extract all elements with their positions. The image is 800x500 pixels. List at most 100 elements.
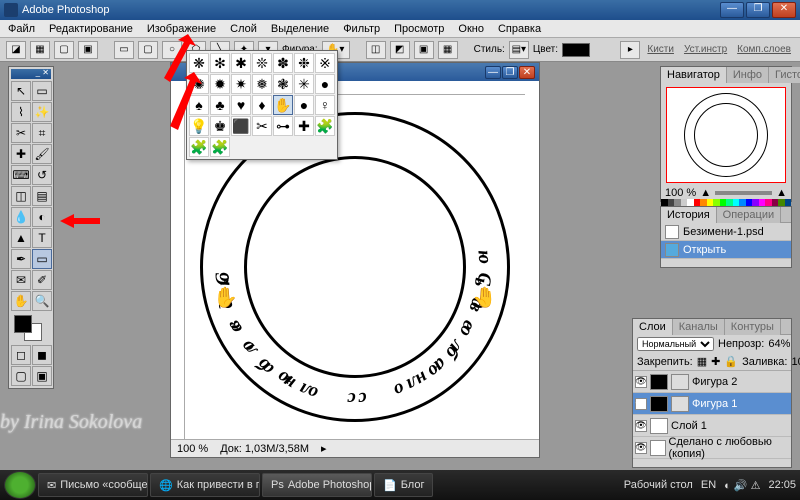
tab-histogram[interactable]: Гистограмма	[769, 67, 800, 83]
brushes-link[interactable]: Кисти	[644, 44, 677, 55]
shape-swatch[interactable]: ✷	[231, 74, 251, 94]
shape-tool[interactable]: ▭	[32, 249, 52, 269]
menu-window[interactable]: Окно	[452, 21, 490, 37]
tab-layers[interactable]: Слои	[633, 319, 673, 335]
layer-name[interactable]: Фигура 1	[692, 398, 737, 410]
shape-swatch[interactable]: ♚	[210, 116, 230, 136]
tray-desktop-label[interactable]: Рабочий стол	[624, 479, 693, 491]
style-picker[interactable]: ▤▾	[509, 41, 529, 59]
layer-thumb[interactable]	[650, 396, 668, 412]
navigator-preview[interactable]	[666, 87, 786, 183]
doc-close-button[interactable]: ✕	[519, 66, 535, 79]
lock-all-icon[interactable]: 🔒	[724, 355, 738, 368]
menu-file[interactable]: Файл	[2, 21, 41, 37]
tray-icons[interactable]: ◐ 🔊 ⚠	[724, 479, 760, 492]
notes-tool[interactable]: ✉	[11, 270, 31, 290]
minimize-button[interactable]: ―	[720, 2, 744, 18]
shape-layers-button[interactable]: ▦	[30, 41, 50, 59]
round-rect-shape-button[interactable]: ▢	[138, 41, 158, 59]
shape-swatch[interactable]: ✚	[294, 116, 314, 136]
visibility-toggle[interactable]: 👁	[635, 442, 647, 454]
dodge-tool[interactable]: ◐	[32, 207, 52, 227]
shape-swatch[interactable]: ●	[294, 95, 314, 115]
fg-color-chip[interactable]	[14, 315, 32, 333]
doc-max-button[interactable]: ❐	[502, 66, 518, 79]
nav-zoom[interactable]: 100 %	[665, 187, 696, 199]
lock-position-icon[interactable]: ✚	[711, 355, 720, 368]
wand-tool[interactable]: ✨	[32, 102, 52, 122]
statusbar-arrow[interactable]: ▸	[321, 442, 327, 455]
shape-swatch[interactable]: ✻	[210, 53, 230, 73]
doc-min-button[interactable]: ―	[485, 66, 501, 79]
shape-swatch[interactable]: ❊	[252, 53, 272, 73]
shape-swatch[interactable]: ♦	[252, 95, 272, 115]
screenmode-full[interactable]: ▣	[32, 366, 52, 386]
gradient-tool[interactable]: ▤	[32, 186, 52, 206]
shape-swatch[interactable]: ✹	[210, 74, 230, 94]
shape-swatch[interactable]: ❃	[273, 74, 293, 94]
layer-thumb[interactable]	[650, 374, 668, 390]
taskbar-item[interactable]: ✉Письмо «сообщен...	[38, 473, 148, 497]
taskbar-item[interactable]: 📄Блог	[374, 473, 433, 497]
layer-name[interactable]: Слой 1	[671, 420, 707, 432]
layer-row[interactable]: 👁 Фигура 2	[633, 371, 791, 393]
combine-exclude-button[interactable]: ▦	[438, 41, 458, 59]
tool-preset-button[interactable]: ◪	[6, 41, 26, 59]
tray-lang[interactable]: EN	[701, 479, 716, 491]
layer-row[interactable]: 👁 Слой 1	[633, 415, 791, 437]
menu-layer[interactable]: Слой	[224, 21, 263, 37]
history-brush-tool[interactable]: ↺	[32, 165, 52, 185]
shape-swatch[interactable]: ✳	[294, 74, 314, 94]
quickmask-off[interactable]: ◻	[11, 345, 31, 365]
blur-tool[interactable]: 💧	[11, 207, 31, 227]
hand-tool[interactable]: ✋	[11, 291, 31, 311]
slice-tool[interactable]: ⌗	[32, 123, 52, 143]
tool-presets-link[interactable]: Уст.инстр	[681, 44, 730, 55]
quickmask-on[interactable]: ◼	[32, 345, 52, 365]
crop-tool[interactable]: ✂	[11, 123, 31, 143]
screenmode-std[interactable]: ▢	[11, 366, 31, 386]
start-button[interactable]	[4, 471, 36, 499]
shape-swatch[interactable]: ❉	[294, 53, 314, 73]
rect-shape-button[interactable]: ▭	[114, 41, 134, 59]
shape-swatch[interactable]: 🧩	[210, 137, 230, 157]
layer-thumb[interactable]	[650, 418, 668, 434]
combine-subtract-button[interactable]: ◩	[390, 41, 410, 59]
layer-row[interactable]: 👁 Сделано с любовью (копия)	[633, 437, 791, 459]
shape-swatch[interactable]: 🧩	[189, 137, 209, 157]
menu-help[interactable]: Справка	[492, 21, 547, 37]
shape-swatch[interactable]: ✽	[273, 53, 293, 73]
visibility-toggle[interactable]: 👁	[635, 376, 647, 388]
menu-edit[interactable]: Редактирование	[43, 21, 139, 37]
combine-intersect-button[interactable]: ▣	[414, 41, 434, 59]
pen-tool[interactable]: ✒	[11, 249, 31, 269]
layer-thumb[interactable]	[650, 440, 666, 456]
combine-add-button[interactable]: ◫	[366, 41, 386, 59]
tab-paths[interactable]: Контуры	[725, 319, 781, 335]
type-tool[interactable]: T	[32, 228, 52, 248]
lock-pixels-icon[interactable]: ▦	[697, 355, 707, 368]
layer-mask-thumb[interactable]	[671, 396, 689, 412]
layer-name[interactable]: Фигура 2	[692, 376, 737, 388]
layer-name[interactable]: Сделано с любовью (копия)	[669, 436, 790, 460]
tab-history[interactable]: История	[661, 207, 717, 223]
nav-zoom-out-icon[interactable]: ▲	[700, 187, 711, 199]
brush-tool[interactable]: 🖌	[32, 144, 52, 164]
toolbox-head[interactable]: _ ✕	[11, 69, 51, 79]
move-tool[interactable]: ↖	[11, 81, 31, 101]
fill-value[interactable]: 100%	[791, 356, 800, 368]
tab-navigator[interactable]: Навигатор	[661, 67, 727, 83]
layer-row[interactable]: 👁 Фигура 1	[633, 393, 791, 415]
zoom-readout[interactable]: 100 %	[177, 443, 208, 455]
eyedropper-tool[interactable]: ✐	[32, 270, 52, 290]
zoom-tool[interactable]: 🔍	[32, 291, 52, 311]
palette-well-toggle[interactable]: ▸	[620, 41, 640, 59]
layer-mask-thumb[interactable]	[671, 374, 689, 390]
eraser-tool[interactable]: ◫	[11, 186, 31, 206]
shape-swatch[interactable]: ✂	[252, 116, 272, 136]
tab-actions[interactable]: Операции	[717, 207, 781, 223]
shape-swatch[interactable]: ♥	[231, 95, 251, 115]
system-tray[interactable]: Рабочий стол EN ◐ 🔊 ⚠ 22:05	[624, 479, 796, 492]
nav-zoom-in-icon[interactable]: ▲	[776, 187, 787, 199]
shape-swatch[interactable]: ✱	[231, 53, 251, 73]
